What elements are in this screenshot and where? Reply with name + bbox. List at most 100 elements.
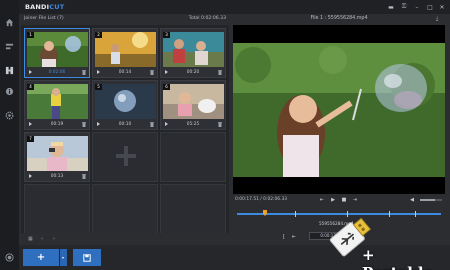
previous-icon[interactable]: ⇤	[291, 234, 297, 240]
grid-footer: ▦ ‹ ›	[21, 233, 229, 245]
clip-grid: 1 0:02:06 2 00:14 3 00:20 4 00:19 5 00:1…	[21, 25, 229, 234]
clip-toolbar: 00:14	[95, 68, 156, 76]
clip-number: 5	[95, 84, 102, 90]
folder-icon[interactable]: ▬	[386, 2, 396, 12]
clip-toolbar: 05:25	[163, 120, 224, 128]
join-icon[interactable]	[4, 65, 15, 76]
chevron-left-icon[interactable]: ‹	[41, 236, 47, 242]
list-view-icon[interactable]: ▦	[28, 236, 34, 242]
home-icon[interactable]	[4, 17, 15, 28]
clip-tile-2[interactable]: 2 00:14	[92, 28, 158, 78]
settings-icon[interactable]	[4, 110, 15, 121]
left-icon-rail	[0, 0, 19, 270]
play-icon[interactable]	[97, 70, 100, 74]
play-icon[interactable]	[29, 122, 32, 126]
clip-thumbnail	[27, 32, 88, 67]
save-button[interactable]	[73, 249, 101, 266]
clip-number: 6	[163, 84, 170, 90]
clip-duration: 00:14	[118, 69, 132, 75]
save-icon	[83, 253, 91, 262]
clip-toolbar: 00:10	[95, 120, 156, 128]
clip-number: 2	[95, 32, 102, 38]
add-dropdown-button[interactable]	[60, 249, 67, 266]
trash-icon[interactable]	[81, 69, 86, 75]
play-icon[interactable]	[97, 122, 100, 126]
clip-duration: 00:13	[50, 173, 64, 179]
play-icon[interactable]	[29, 70, 32, 74]
plus-icon	[116, 146, 136, 166]
clip-thumbnail	[27, 84, 88, 119]
clip-number: 1	[27, 32, 34, 38]
segment-marker	[389, 211, 390, 217]
app-logo: BANDICUT	[25, 3, 65, 11]
playhead[interactable]	[263, 210, 267, 216]
play-icon[interactable]	[165, 70, 168, 74]
play-icon[interactable]	[165, 122, 168, 126]
clip-thumbnail	[163, 32, 224, 67]
trash-icon[interactable]	[217, 121, 222, 127]
clip-number: 4	[27, 84, 34, 90]
empty-slot	[160, 184, 226, 234]
play-button[interactable]: ▶	[330, 197, 336, 203]
clip-toolbar: 0:02:06	[27, 68, 88, 76]
clip-toolbar: 00:13	[27, 172, 88, 180]
info-icon[interactable]	[4, 86, 15, 97]
preview-file-title: File 1 : 559556284.mp4	[310, 16, 368, 21]
clip-tile-1[interactable]: 1 0:02:06	[24, 28, 90, 78]
trash-icon[interactable]	[81, 173, 86, 179]
video-preview[interactable]	[233, 25, 445, 194]
key-icon[interactable]: ⚿	[399, 2, 409, 12]
clip-tile-7[interactable]: 7 00:13	[24, 132, 90, 182]
clip-tile-4[interactable]: 4 00:19	[24, 80, 90, 130]
joiner-total-duration: Total 0:02:06.33	[188, 16, 226, 21]
record-icon[interactable]	[4, 252, 15, 263]
split-icon[interactable]	[4, 41, 15, 52]
empty-slot	[92, 184, 158, 234]
previous-frame-icon[interactable]: ⇤	[319, 197, 325, 203]
add-file-button[interactable]: +	[23, 249, 59, 266]
joiner-file-count: Joiner File List (7)	[24, 16, 64, 21]
clip-duration: 00:20	[186, 69, 200, 75]
volume-slider[interactable]	[420, 199, 442, 201]
clip-toolbar: 00:20	[163, 68, 224, 76]
clip-thumbnail	[27, 136, 88, 171]
trash-icon[interactable]	[149, 69, 154, 75]
next-frame-icon[interactable]: ⇥	[352, 197, 358, 203]
current-time: 0:00:17.51 / 0:02:06.33	[235, 197, 288, 202]
empty-slot	[24, 184, 90, 234]
maximize-button[interactable]: □	[425, 2, 435, 12]
clip-thumbnail	[163, 84, 224, 119]
add-clip-slot[interactable]	[92, 132, 158, 182]
clip-number: 3	[163, 32, 170, 38]
portable-watermark: + Portable	[362, 246, 433, 270]
clip-thumbnail	[95, 32, 156, 67]
trash-icon[interactable]	[81, 121, 86, 127]
minimize-button[interactable]: –	[412, 2, 422, 12]
segment-marker	[295, 211, 296, 217]
clip-duration: 00:19	[50, 121, 64, 127]
segment-marker	[415, 211, 416, 217]
download-icon[interactable]: ⤓	[436, 16, 442, 22]
joiner-header: Joiner File List (7) Total 0:02:06.33	[21, 14, 229, 25]
empty-slot	[160, 132, 226, 182]
play-icon[interactable]	[29, 174, 32, 178]
title-bar: BANDICUT ▬ ⚿ – □ ✕	[19, 0, 450, 14]
chevron-right-icon[interactable]: ›	[53, 236, 59, 242]
preview-header: File 1 : 559556284.mp4 ⤓	[233, 14, 445, 25]
clip-thumbnail	[95, 84, 156, 119]
stop-button[interactable]: ■	[341, 197, 347, 203]
clip-number: 7	[27, 136, 34, 142]
volume-icon[interactable]: ◀	[409, 197, 415, 203]
clip-tile-6[interactable]: 6 05:25	[160, 80, 226, 130]
clip-tile-3[interactable]: 3 00:20	[160, 28, 226, 78]
transport-controls: 0:00:17.51 / 0:02:06.33 ⇤ ▶ ■ ⇥ ◀	[233, 194, 445, 206]
clip-duration: 05:25	[186, 121, 200, 127]
clip-toolbar: 00:19	[27, 120, 88, 128]
trash-icon[interactable]	[149, 121, 154, 127]
clip-duration: 0:02:06	[48, 69, 66, 75]
clip-duration: 00:10	[118, 121, 132, 127]
close-button[interactable]: ✕	[437, 2, 447, 12]
start-point-icon[interactable]: [	[281, 234, 287, 240]
trash-icon[interactable]	[217, 69, 222, 75]
clip-tile-5[interactable]: 5 00:10	[92, 80, 158, 130]
